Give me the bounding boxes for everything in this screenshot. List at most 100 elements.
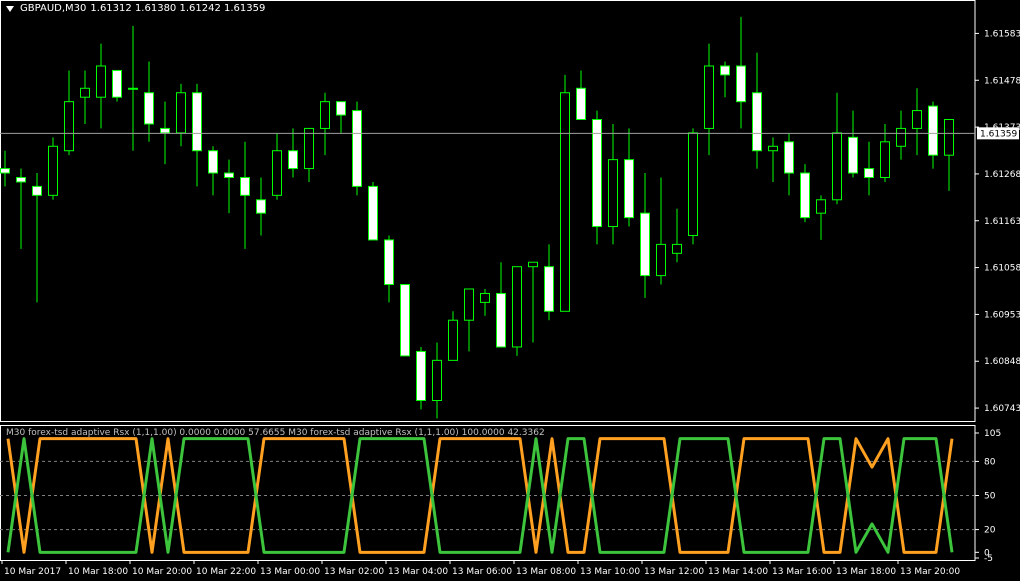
bear-candle: [208, 150, 218, 174]
time-label: 13 Mar 12:00: [644, 567, 704, 577]
indicator-title: M30 forex-tsd adaptive Rsx (1,1,1.00) 0.…: [6, 428, 545, 438]
bull-candle: [272, 150, 282, 196]
bull-candle: [528, 261, 538, 268]
bull-candle: [656, 243, 666, 277]
time-label: 10 Mar 22:00: [196, 567, 256, 577]
time-label: 10 Mar 20:00: [132, 567, 192, 577]
bull-candle: [560, 92, 570, 312]
bear-candle: [144, 92, 154, 125]
bull-candle: [672, 243, 682, 254]
bear-candle: [784, 141, 794, 174]
bear-candle: [496, 292, 506, 348]
bear-candle: [544, 266, 554, 312]
time-label: 13 Mar 04:00: [388, 567, 448, 577]
bull-candle: [80, 87, 90, 98]
bull-candle: [48, 145, 58, 196]
bull-candle: [64, 101, 74, 152]
bear-candle: [0, 168, 10, 174]
bull-candle: [304, 127, 314, 170]
time-label: 13 Mar 00:00: [260, 567, 320, 577]
symbol-timeframe: GBPAUD,M30: [20, 3, 87, 14]
current-price-label: 1.61359: [980, 129, 1017, 139]
bear-candle: [752, 92, 762, 152]
bull-candle: [912, 110, 922, 129]
time-label: 10 Mar 18:00: [68, 567, 128, 577]
bull-candle: [880, 141, 890, 178]
main-panel-border: [0, 0, 976, 422]
bull-candle: [944, 119, 954, 156]
indicator-axis-label: 80: [984, 457, 996, 467]
bear-candle: [336, 101, 346, 116]
price-label: 1.61478: [984, 76, 1020, 86]
bear-candle: [256, 199, 266, 214]
time-label: 13 Mar 10:00: [580, 567, 640, 577]
bull-candle: [480, 292, 490, 303]
time-label: 13 Mar 16:00: [772, 567, 832, 577]
price-label: 1.60848: [984, 357, 1020, 367]
price-label: 1.61058: [984, 264, 1020, 274]
rsx-indicator-panel[interactable]: [0, 425, 976, 561]
bull-candle: [896, 127, 906, 147]
ohlc-values: 1.61312 1.61380 1.61242 1.61359: [90, 3, 266, 14]
bull-candle: [96, 65, 106, 98]
indicator-axis-label: 50: [984, 492, 996, 502]
chart-header: GBPAUD,M30 1.61312 1.61380 1.61242 1.613…: [6, 3, 265, 14]
bear-candle: [352, 110, 362, 187]
bull-candle: [832, 132, 842, 201]
bear-candle: [736, 65, 746, 103]
bear-candle: [192, 92, 202, 152]
price-axis: 1.615831.614781.613731.612681.611631.610…: [975, 29, 1020, 564]
price-label: 1.60953: [984, 310, 1020, 320]
bull-candle: [512, 266, 522, 348]
bear-candle: [800, 172, 810, 219]
bear-candle: [32, 185, 42, 196]
bear-candle: [416, 350, 426, 401]
bull-candle: [704, 65, 714, 129]
price-label: 1.60743: [984, 404, 1020, 414]
bear-candle: [368, 185, 378, 241]
bear-candle: [400, 284, 410, 357]
bear-candle: [624, 159, 634, 219]
bull-candle: [768, 145, 778, 152]
bear-candle: [224, 172, 234, 178]
time-label: 13 Mar 14:00: [708, 567, 768, 577]
bull-candle: [688, 132, 698, 236]
time-label: 13 Mar 06:00: [452, 567, 512, 577]
bear-candle: [640, 212, 650, 277]
time-label: 13 Mar 20:00: [900, 567, 960, 577]
bear-candle: [928, 105, 938, 156]
time-axis: 10 Mar 2017 10 Mar 18:00 10 Mar 20:00 10 Ma…: [1, 560, 960, 577]
bull-candle: [608, 159, 618, 228]
time-label: 13 Mar 08:00: [516, 567, 576, 577]
bull-candle: [464, 288, 474, 321]
price-label: 1.61583: [984, 29, 1020, 39]
bear-candle: [160, 127, 170, 134]
bull-candle: [432, 359, 442, 401]
bear-candle: [288, 150, 298, 170]
time-label: 13 Mar 18:00: [836, 567, 896, 577]
bear-candle: [592, 119, 602, 228]
bull-candle: [448, 319, 458, 361]
bull-candle: [176, 92, 186, 134]
bear-candle: [848, 136, 858, 174]
chart-canvas: 1.615831.614781.613731.612681.611631.610…: [0, 0, 1020, 577]
time-label: 13 Mar 02:00: [324, 567, 384, 577]
bear-candle: [864, 168, 874, 178]
indicator-axis-label: 20: [984, 526, 996, 536]
bear-candle: [384, 239, 394, 286]
indicator-axis-label: 105: [984, 429, 1001, 439]
bear-candle: [720, 65, 730, 76]
bull-candle: [816, 199, 826, 214]
dropdown-arrow-icon[interactable]: [6, 5, 14, 12]
main-price-panel[interactable]: [0, 0, 976, 422]
bull-candle: [128, 87, 138, 90]
indicator-axis-label: -5: [984, 554, 993, 564]
price-label: 1.61163: [984, 217, 1020, 227]
price-label: 1.61268: [984, 170, 1020, 180]
bear-candle: [112, 69, 122, 98]
bull-candle: [320, 101, 330, 129]
bear-candle: [16, 176, 26, 183]
bear-candle: [240, 176, 250, 196]
bear-candle: [576, 87, 586, 121]
indicator-panel-border: [0, 425, 976, 561]
